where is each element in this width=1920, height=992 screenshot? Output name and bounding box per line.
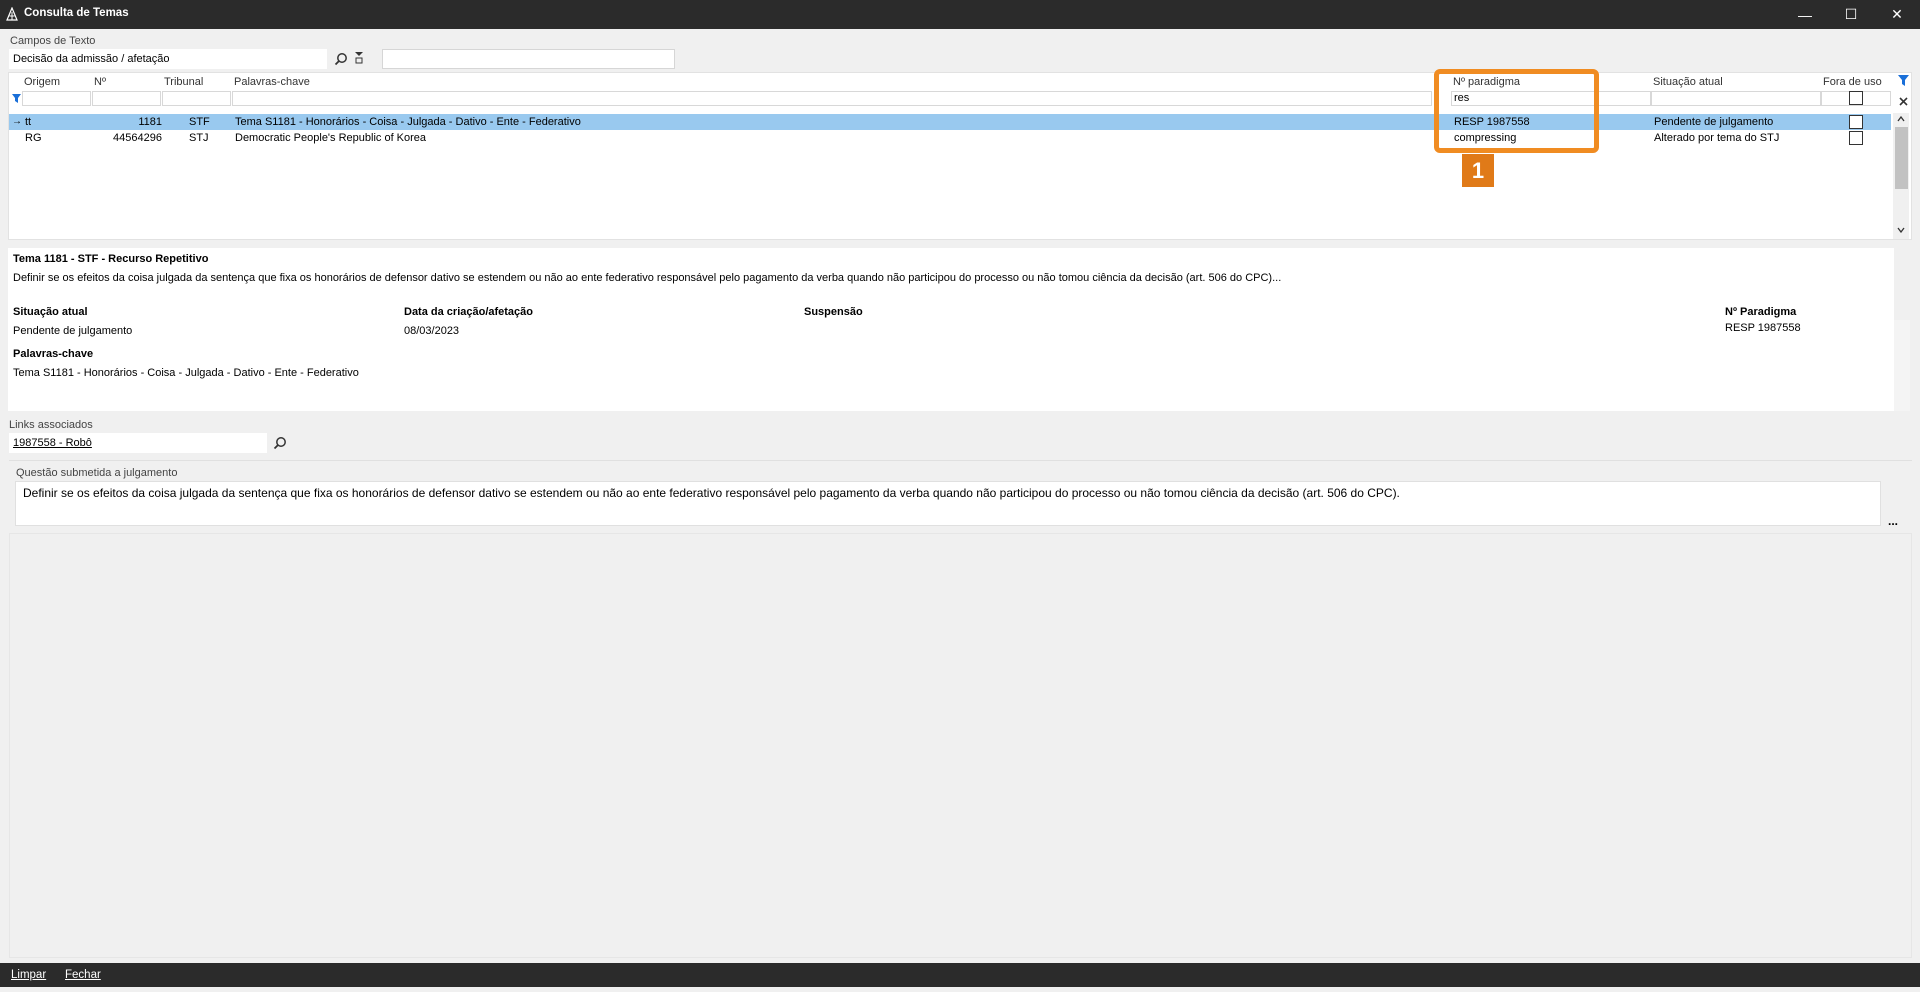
cell-tribunal: STF: [189, 116, 210, 128]
column-header-origem[interactable]: Origem: [24, 76, 60, 88]
filter-toggle-icon[interactable]: [1897, 74, 1910, 88]
filter-row-icon: [12, 94, 21, 103]
questao-text: Definir se os efeitos da coisa julgada d…: [23, 486, 1400, 500]
scroll-down-icon[interactable]: [1897, 227, 1905, 233]
column-header-numero[interactable]: Nº: [94, 76, 106, 88]
cell-fora-de-uso-checkbox[interactable]: [1849, 115, 1863, 129]
app-icon: [6, 7, 18, 21]
current-row-arrow-icon: →: [12, 116, 22, 127]
bottom-bar: Limpar Fechar: [0, 963, 1920, 987]
maximize-button[interactable]: ☐: [1828, 0, 1874, 29]
minimize-icon: —: [1798, 6, 1812, 23]
cell-numero: 1181: [138, 116, 162, 128]
maximize-icon: ☐: [1844, 6, 1858, 22]
grid-scrollbar[interactable]: [1893, 113, 1909, 239]
situacao-value: Pendente de julgamento: [13, 325, 133, 337]
filter-palavras[interactable]: [232, 91, 1432, 106]
paradigma-label: Nº Paradigma: [1725, 306, 1797, 318]
suspensao-label: Suspensão: [804, 306, 863, 318]
palavras-value: Tema S1181 - Honorários - Coisa - Julgad…: [13, 367, 359, 379]
cell-numero: 44564296: [113, 132, 162, 144]
filter-numero[interactable]: [92, 91, 161, 106]
text-field-select[interactable]: Decisão da admissão / afetação: [9, 49, 327, 69]
cell-origem: RG: [25, 132, 42, 144]
window-title: Consulta de Temas: [24, 7, 129, 19]
details-panel: Tema 1181 - STF - Recurso Repetitivo Def…: [8, 248, 1894, 411]
data-criacao-value: 08/03/2023: [404, 325, 460, 337]
links-search-icon[interactable]: [273, 436, 287, 450]
questao-textarea[interactable]: Definir se os efeitos da coisa julgada d…: [15, 481, 1881, 526]
text-search-input[interactable]: [382, 49, 675, 69]
title-bar: Consulta de Temas — ☐ ✕: [0, 0, 1920, 29]
more-button[interactable]: ...: [1888, 514, 1898, 528]
fechar-button[interactable]: Fechar: [65, 969, 101, 981]
data-criacao-label: Data da criação/afetação: [404, 306, 534, 318]
filter-tribunal[interactable]: [162, 91, 231, 106]
empty-area: [9, 533, 1912, 958]
filter-fora-de-uso-checkbox[interactable]: [1849, 91, 1863, 105]
search-icon[interactable]: [334, 52, 348, 66]
table-row[interactable]: RG 44564296 STJ Democratic People's Repu…: [9, 130, 1891, 146]
highlight-box: [1434, 69, 1599, 153]
filter-situacao[interactable]: [1651, 91, 1821, 106]
column-header-situacao[interactable]: Situação atual: [1653, 76, 1723, 88]
close-button[interactable]: ✕: [1874, 0, 1920, 29]
details-scrollbar[interactable]: [1894, 320, 1910, 411]
questao-label: Questão submetida a julgamento: [16, 467, 178, 479]
cell-tribunal: STJ: [189, 132, 209, 144]
cell-situacao: Pendente de julgamento: [1654, 116, 1774, 128]
cell-origem: tt: [25, 116, 32, 128]
column-header-tribunal[interactable]: Tribunal: [164, 76, 203, 88]
cell-palavras: Tema S1181 - Honorários - Coisa - Julgad…: [235, 116, 581, 128]
minimize-button[interactable]: —: [1782, 0, 1828, 29]
highlight-number-badge: 1: [1462, 154, 1494, 187]
column-header-fora-de-uso[interactable]: Fora de uso: [1823, 76, 1882, 88]
palavras-label: Palavras-chave: [13, 348, 94, 360]
situacao-label: Situação atual: [13, 306, 88, 318]
text-fields-label: Campos de Texto: [10, 35, 96, 47]
clear-filter-icon[interactable]: [353, 51, 365, 65]
scroll-thumb[interactable]: [1895, 127, 1908, 189]
cell-fora-de-uso-checkbox[interactable]: [1849, 131, 1863, 145]
paradigma-value: RESP 1987558: [1725, 322, 1801, 334]
close-icon: ✕: [1891, 6, 1903, 22]
divider: [9, 460, 1912, 461]
clear-filter-x-icon[interactable]: [1899, 97, 1908, 106]
table-row[interactable]: → tt 1181 STF Tema S1181 - Honorários - …: [9, 114, 1891, 130]
filter-origem[interactable]: [22, 91, 91, 106]
links-label: Links associados: [9, 419, 93, 431]
details-summary: Definir se os efeitos da coisa julgada d…: [13, 272, 1282, 284]
column-header-palavras[interactable]: Palavras-chave: [234, 76, 310, 88]
cell-palavras: Democratic People's Republic of Korea: [235, 132, 427, 144]
limpar-button[interactable]: Limpar: [11, 969, 46, 981]
details-title: Tema 1181 - STF - Recurso Repetitivo: [13, 253, 209, 265]
links-value[interactable]: 1987558 - Robô: [9, 433, 267, 453]
cell-situacao: Alterado por tema do STJ: [1654, 132, 1780, 144]
scroll-up-icon[interactable]: [1897, 116, 1905, 122]
